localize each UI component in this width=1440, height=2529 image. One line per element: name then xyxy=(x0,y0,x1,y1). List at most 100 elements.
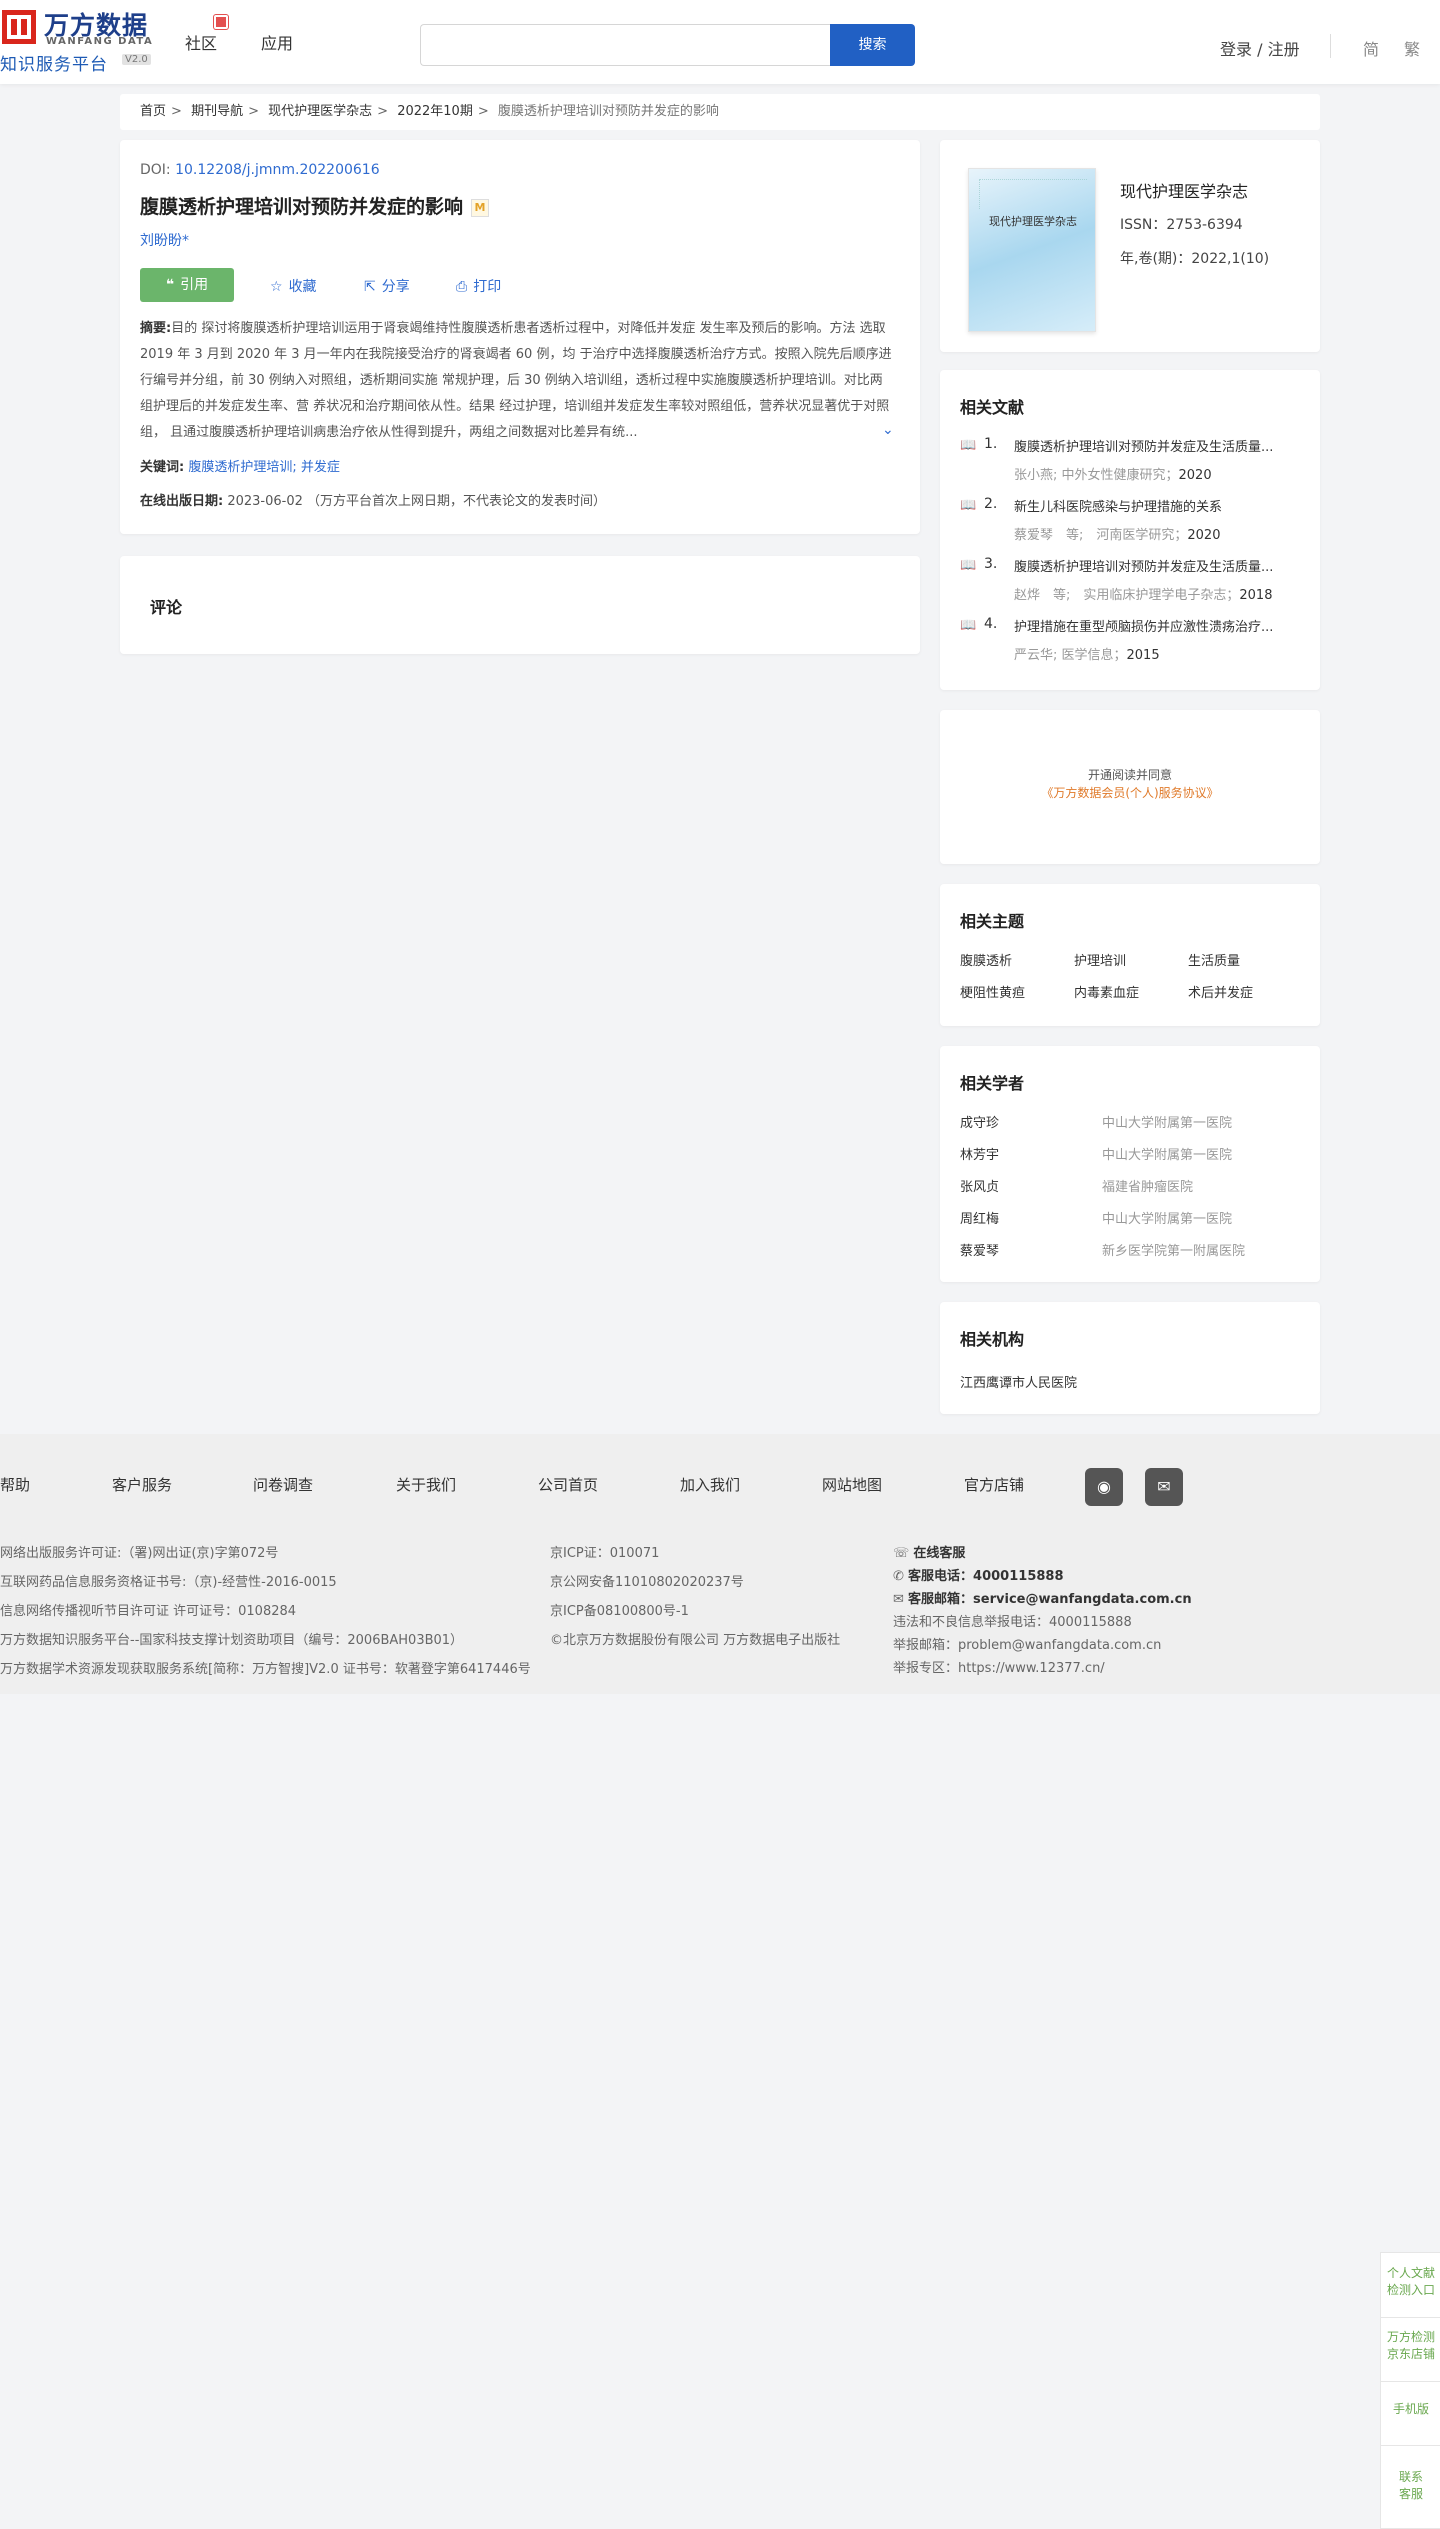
headset-icon: ☏ xyxy=(893,1546,914,1561)
footer-link-service[interactable]: 客户服务 xyxy=(112,1474,172,1495)
plagiarism-check-entry[interactable]: 个人文献 检测入口 xyxy=(1381,2265,1440,2299)
print-button[interactable]: ⎙ 打印 xyxy=(456,276,501,296)
footer-license: 信息网络传播视听节目许可证 许可证号：0108284 xyxy=(0,1604,297,1619)
journal-issn: ISSN：2753-6394 xyxy=(1120,217,1243,233)
item-title[interactable]: 腹膜透析护理培训对预防并发症及生活质量... xyxy=(1014,436,1300,455)
share-icon: ⇱ xyxy=(364,279,376,295)
item-year: 2018 xyxy=(1239,588,1273,603)
breadcrumb-journal[interactable]: 现代护理医学杂志 xyxy=(268,104,372,119)
journal-cover[interactable]: 现代护理医学杂志 xyxy=(968,168,1096,332)
footer-license: 万方数据学术资源发现获取服务系统[简称：万方智搜]V2.0 证书号：软著登字第6… xyxy=(0,1662,531,1677)
cover-pattern xyxy=(979,179,1087,209)
wanfang-logo[interactable]: 万方数据 WANFANG DATA 知识服务平台 V2.0 xyxy=(0,6,160,75)
logo-subtitle: 知识服务平台 xyxy=(0,55,108,75)
topic-tag[interactable]: 护理培训 xyxy=(1074,950,1126,969)
keyword-link[interactable]: 并发症 xyxy=(301,460,340,475)
service-email[interactable]: ✉ 客服邮箱：service@wanfangdata.com.cn xyxy=(893,1588,1192,1607)
scholar-org[interactable]: 中山大学附属第一医院 xyxy=(1102,1144,1232,1163)
item-source: 严云华; 医学信息； xyxy=(1014,648,1127,663)
book-icon: 📖 xyxy=(960,618,977,633)
scholar-org[interactable]: 新乡医学院第一附属医院 xyxy=(1102,1240,1245,1259)
breadcrumb-home[interactable]: 首页 xyxy=(140,104,166,119)
item-title[interactable]: 腹膜透析护理培训对预防并发症及生活质量... xyxy=(1014,556,1300,575)
item-meta: 严云华; 医学信息；2015 xyxy=(1014,644,1300,663)
breadcrumb-separator: > xyxy=(248,104,259,119)
mobile-version-entry[interactable]: 手机版 xyxy=(1381,2401,1440,2418)
online-service-link[interactable]: ☏ 在线客服 xyxy=(893,1542,965,1561)
jd-store-entry[interactable]: 万方检测 京东店铺 xyxy=(1381,2329,1440,2363)
mail-icon: ✉ xyxy=(893,1592,909,1607)
cite-button[interactable]: ❝ 引用 xyxy=(140,268,234,302)
phone-label: 客服电话： xyxy=(908,1569,974,1584)
footer-link-help[interactable]: 帮助 xyxy=(0,1474,30,1495)
footer-icp[interactable]: 京公网安备11010802020237号 xyxy=(550,1571,744,1590)
scholar-org[interactable]: 中山大学附属第一医院 xyxy=(1102,1208,1232,1227)
journal-card: 现代护理医学杂志 现代护理医学杂志 ISSN：2753-6394 年,卷(期)：… xyxy=(940,140,1320,352)
breadcrumb-issue[interactable]: 2022年10期 xyxy=(397,104,473,119)
item-title[interactable]: 护理措施在重型颅脑损伤并应激性溃疡治疗... xyxy=(1014,616,1300,635)
service-agreement-link[interactable]: 《万方数据会员(个人)服务协议》 xyxy=(940,784,1320,801)
footer-copyright: ©北京万方数据股份有限公司 万方数据电子出版社 xyxy=(550,1633,841,1648)
search-button[interactable]: 搜索 xyxy=(830,24,915,66)
topic-tag[interactable]: 腹膜透析 xyxy=(960,950,1012,969)
institution-link[interactable]: 江西鹰谭市人民医院 xyxy=(960,1372,1077,1391)
lang-simplified[interactable]: 简 xyxy=(1363,36,1379,60)
article-title-text: 腹膜透析护理培训对预防并发症的影响 xyxy=(140,196,464,218)
share-button[interactable]: ⇱ 分享 xyxy=(364,276,410,296)
institutions-title: 相关机构 xyxy=(960,1330,1025,1349)
footer-link-join[interactable]: 加入我们 xyxy=(680,1474,740,1495)
version-badge: V2.0 xyxy=(122,54,151,65)
footer-license: 万方数据知识服务平台--国家科技支撑计划资助项目（编号：2006BAH03B01… xyxy=(0,1633,464,1648)
scholar-org[interactable]: 中山大学附属第一医院 xyxy=(1102,1112,1232,1131)
footer-icp[interactable]: 京ICP备08100800号-1 xyxy=(550,1600,689,1619)
footer-link-survey[interactable]: 问卷调查 xyxy=(253,1474,313,1495)
footer-icp[interactable]: 京ICP证：010071 xyxy=(550,1542,659,1561)
scholar-name[interactable]: 成守珍 xyxy=(960,1112,999,1131)
email-value: service@wanfangdata.com.cn xyxy=(973,1592,1192,1607)
item-year: 2015 xyxy=(1126,648,1160,663)
doi-link[interactable]: 10.12208/j.jmnm.202200616 xyxy=(175,162,380,178)
nav-community[interactable]: 社区 xyxy=(185,30,217,54)
lang-traditional[interactable]: 繁 xyxy=(1404,36,1420,60)
login-register-link[interactable]: 登录 / 注册 xyxy=(1220,36,1300,60)
item-title[interactable]: 新生儿科医院感染与护理措施的关系 xyxy=(1014,496,1300,515)
scholar-name[interactable]: 张风贞 xyxy=(960,1176,999,1195)
journal-name[interactable]: 现代护理医学杂志 xyxy=(1120,178,1248,202)
scholar-name[interactable]: 周红梅 xyxy=(960,1208,999,1227)
favorite-button[interactable]: ☆ 收藏 xyxy=(270,276,317,296)
topic-tag[interactable]: 内毒素血症 xyxy=(1074,982,1139,1001)
open-access-card: 开通阅读并同意 《万方数据会员(个人)服务协议》 xyxy=(940,710,1320,864)
topic-tag[interactable]: 术后并发症 xyxy=(1188,982,1253,1001)
breadcrumb-journal-nav[interactable]: 期刊导航 xyxy=(191,104,243,119)
comments-card: 评论 xyxy=(120,556,920,654)
doi: DOI: 10.12208/j.jmnm.202200616 xyxy=(140,162,380,178)
footer-link-about[interactable]: 关于我们 xyxy=(396,1474,456,1495)
abstract: 摘要:目的 探讨将腹膜透析护理培训运用于肾衰竭维持性腹膜透析患者透析过程中，对降… xyxy=(140,316,892,440)
nav-apps[interactable]: 应用 xyxy=(261,30,293,54)
media-badge-icon: M xyxy=(471,198,490,217)
topic-tag[interactable]: 生活质量 xyxy=(1188,950,1240,969)
search-input[interactable] xyxy=(420,24,830,66)
scholar-name[interactable]: 林芳宇 xyxy=(960,1144,999,1163)
report-zone[interactable]: 举报专区：https://www.12377.cn/ xyxy=(893,1657,1105,1676)
breadcrumb-separator: > xyxy=(477,104,489,119)
footer-link-sitemap[interactable]: 网站地图 xyxy=(822,1474,882,1495)
footer-link-home[interactable]: 公司首页 xyxy=(538,1474,598,1495)
weibo-icon[interactable]: ◉ xyxy=(1085,1468,1123,1506)
item-source: 张小燕; 中外女性健康研究； xyxy=(1014,468,1179,483)
scholar-name[interactable]: 蔡爱琴 xyxy=(960,1240,999,1259)
author-link[interactable]: 刘盼盼* xyxy=(140,230,189,250)
contact-service-entry[interactable]: 联系 客服 xyxy=(1381,2469,1440,2503)
keyword-link[interactable]: 腹膜透析护理培训 xyxy=(188,460,292,475)
expand-chevron-icon[interactable]: ⌄ xyxy=(882,422,894,438)
wechat-icon[interactable]: ✉ xyxy=(1145,1468,1183,1506)
footer-link-store[interactable]: 官方店铺 xyxy=(964,1474,1024,1495)
doi-label: DOI: xyxy=(140,162,176,178)
report-email[interactable]: 举报邮箱：problem@wanfangdata.com.cn xyxy=(893,1634,1161,1653)
item-year: 2020 xyxy=(1178,468,1212,483)
topic-tag[interactable]: 梗阻性黄疸 xyxy=(960,982,1025,1001)
scholar-org[interactable]: 福建省肿瘤医院 xyxy=(1102,1176,1193,1195)
report-phone: 违法和不良信息举报电话：4000115888 xyxy=(893,1615,1132,1630)
online-service-label: 在线客服 xyxy=(913,1546,966,1561)
favorite-label: 收藏 xyxy=(288,279,317,295)
